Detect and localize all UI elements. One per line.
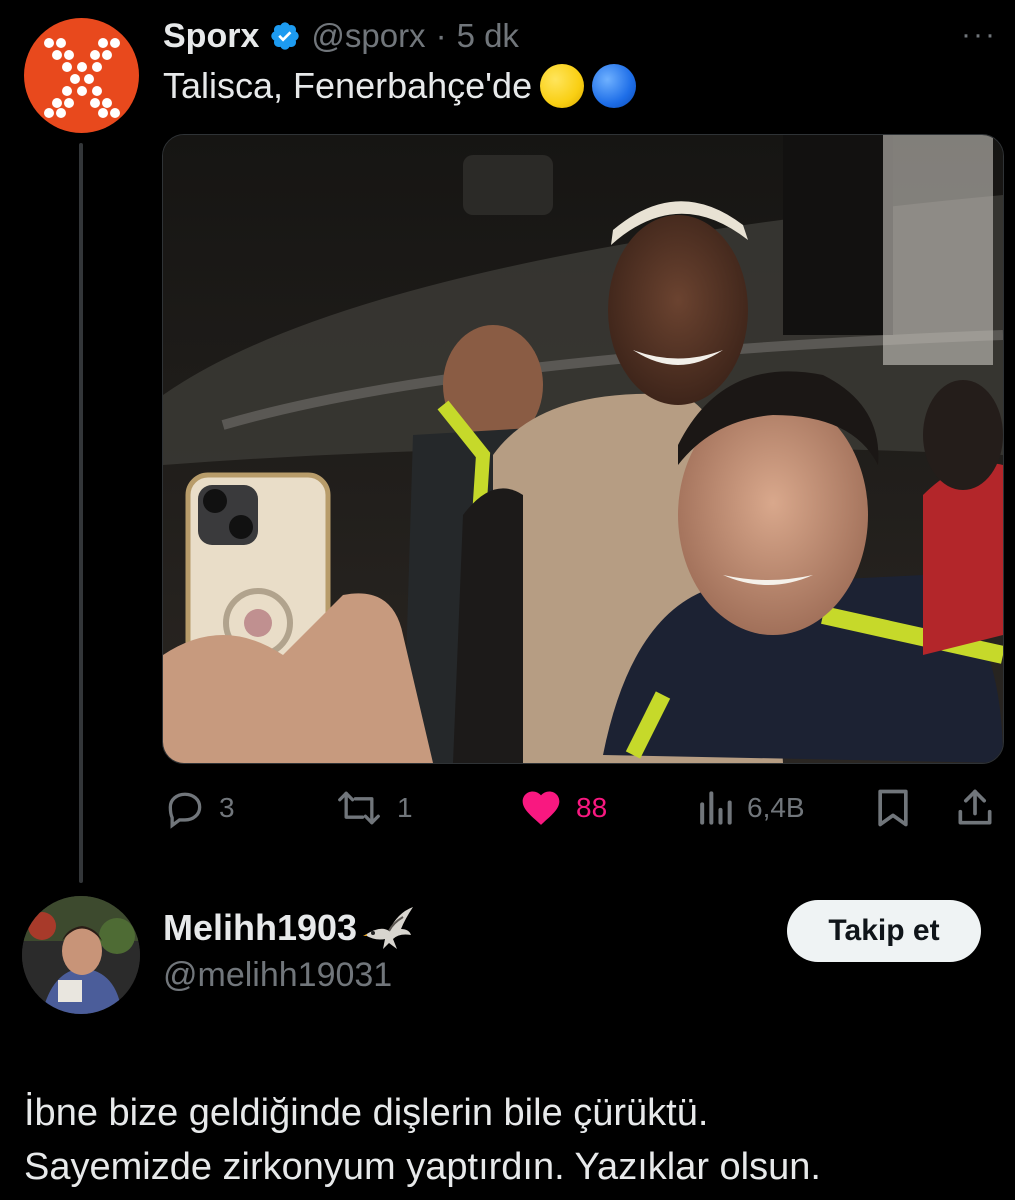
reply-author-name[interactable]: Melihh1903	[163, 907, 357, 949]
bookmark-action[interactable]	[873, 780, 913, 836]
reply-text: İbne bize geldiğinde dişlerin bile çürük…	[24, 1086, 994, 1194]
verified-badge-icon	[271, 22, 300, 50]
views-count: 6,4B	[747, 792, 805, 823]
more-options-icon[interactable]: ···	[961, 18, 997, 52]
retweet-count: 1	[397, 792, 413, 823]
share-action[interactable]	[955, 780, 995, 836]
reply-action[interactable]: 3	[163, 780, 235, 836]
tweet-header: Sporx @sporx · 5 dk	[163, 14, 519, 58]
eagle-icon	[363, 907, 414, 949]
follow-button[interactable]: Takip et	[787, 900, 981, 962]
tweet-action-bar: 3 1 88 6,4B	[163, 780, 998, 836]
reply-icon	[168, 792, 202, 829]
sporx-logo-icon	[43, 37, 120, 118]
melih-avatar-photo	[22, 896, 140, 1014]
retweet-icon	[338, 791, 380, 825]
reply-author-name-row: Melihh1903	[163, 905, 415, 951]
reply-count: 3	[219, 792, 235, 823]
author-handle[interactable]: @sporx	[311, 17, 425, 55]
author-name[interactable]: Sporx	[163, 17, 259, 56]
share-icon	[958, 789, 992, 825]
tweet-text: Talisca, Fenerbahçe'de	[163, 64, 637, 108]
like-count: 88	[576, 792, 608, 823]
like-action[interactable]: 88	[518, 780, 607, 836]
reply-author-handle[interactable]: @melihh19031	[163, 956, 392, 995]
thread-line	[79, 143, 83, 883]
retweet-action[interactable]: 1	[333, 780, 413, 836]
separator-dot: ·	[435, 17, 447, 54]
views-action[interactable]: 6,4B	[695, 780, 805, 836]
like-icon	[522, 791, 560, 825]
photo-illustration	[163, 135, 1003, 763]
reply-text-line: İbne bize geldiğinde dişlerin bile çürük…	[24, 1092, 709, 1134]
tweet-text-content: Talisca, Fenerbahçe'de	[163, 65, 533, 106]
bookmark-icon	[878, 789, 908, 827]
reply-text-line: Sayemizde zirkonyum yaptırdın. Yazıklar …	[24, 1146, 821, 1188]
sporx-avatar[interactable]	[24, 18, 139, 133]
views-icon	[700, 791, 732, 825]
tweet-photo[interactable]	[162, 134, 1004, 764]
melih-avatar[interactable]	[22, 896, 140, 1014]
tweet-time[interactable]: 5 dk	[457, 17, 519, 55]
yellow-circle-icon	[540, 64, 585, 108]
blue-circle-icon	[592, 64, 637, 108]
